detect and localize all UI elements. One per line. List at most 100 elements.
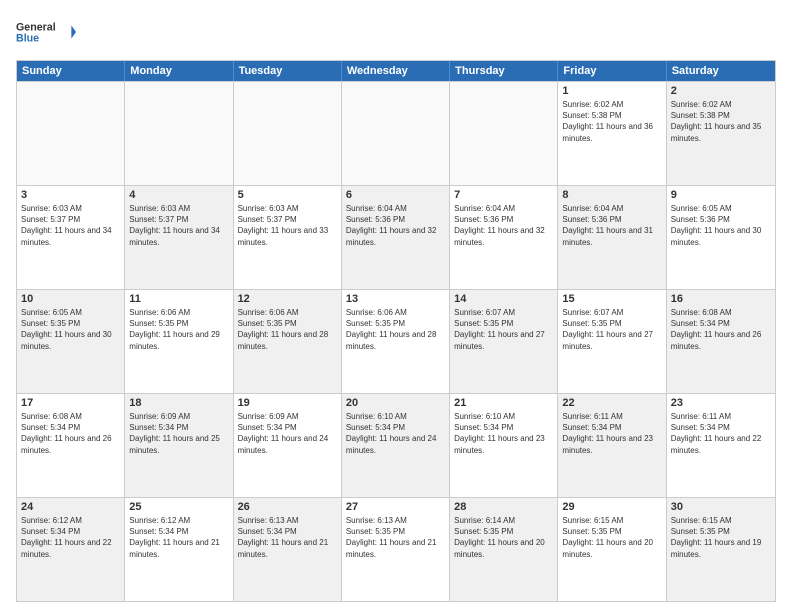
- day-info: Sunrise: 6:10 AMSunset: 5:34 PMDaylight:…: [346, 411, 445, 456]
- day-number: 14: [454, 293, 553, 305]
- cal-cell: [234, 82, 342, 185]
- day-info: Sunrise: 6:14 AMSunset: 5:35 PMDaylight:…: [454, 515, 553, 560]
- cal-cell: [125, 82, 233, 185]
- cal-cell: 2 Sunrise: 6:02 AMSunset: 5:38 PMDaylight…: [667, 82, 775, 185]
- calendar-header-row: SundayMondayTuesdayWednesdayThursdayFrid…: [17, 61, 775, 81]
- day-number: 23: [671, 397, 771, 409]
- day-info: Sunrise: 6:04 AMSunset: 5:36 PMDaylight:…: [562, 203, 661, 248]
- header-cell-friday: Friday: [558, 61, 666, 81]
- logo-svg: General Blue: [16, 12, 76, 52]
- day-number: 21: [454, 397, 553, 409]
- svg-text:Blue: Blue: [16, 32, 39, 44]
- header: General Blue: [16, 12, 776, 52]
- week-row-2: 3 Sunrise: 6:03 AMSunset: 5:37 PMDaylight…: [17, 185, 775, 289]
- day-number: 28: [454, 501, 553, 513]
- day-info: Sunrise: 6:11 AMSunset: 5:34 PMDaylight:…: [562, 411, 661, 456]
- day-number: 8: [562, 189, 661, 201]
- cal-cell: [17, 82, 125, 185]
- header-cell-sunday: Sunday: [17, 61, 125, 81]
- calendar: SundayMondayTuesdayWednesdayThursdayFrid…: [16, 60, 776, 602]
- cal-cell: 6Sunrise: 6:04 AMSunset: 5:36 PMDaylight…: [342, 186, 450, 289]
- cal-cell: 7 Sunrise: 6:04 AMSunset: 5:36 PMDaylight…: [450, 186, 558, 289]
- cal-cell: 29Sunrise: 6:15 AMSunset: 5:35 PMDayligh…: [558, 498, 666, 601]
- header-cell-thursday: Thursday: [450, 61, 558, 81]
- day-number: 22: [562, 397, 661, 409]
- day-info: Sunrise: 6:09 AMSunset: 5:34 PMDaylight:…: [129, 411, 228, 456]
- day-info: Sunrise: 6:02 AMSunset: 5:38 PMDaylight:…: [562, 99, 661, 144]
- day-info: Sunrise: 6:04 AMSunset: 5:36 PMDaylight:…: [454, 203, 553, 248]
- cal-cell: 14 Sunrise: 6:07 AMSunset: 5:35 PMDayligh…: [450, 290, 558, 393]
- day-number: 20: [346, 397, 445, 409]
- week-row-1: 1 Sunrise: 6:02 AMSunset: 5:38 PMDaylight…: [17, 81, 775, 185]
- cal-cell: 19Sunrise: 6:09 AMSunset: 5:34 PMDayligh…: [234, 394, 342, 497]
- cal-cell: 28 Sunrise: 6:14 AMSunset: 5:35 PMDayligh…: [450, 498, 558, 601]
- day-number: 27: [346, 501, 445, 513]
- day-info: Sunrise: 6:12 AMSunset: 5:34 PMDaylight:…: [21, 515, 120, 560]
- day-number: 19: [238, 397, 337, 409]
- day-number: 26: [238, 501, 337, 513]
- day-number: 3: [21, 189, 120, 201]
- cal-cell: 21 Sunrise: 6:10 AMSunset: 5:34 PMDayligh…: [450, 394, 558, 497]
- day-info: Sunrise: 6:06 AMSunset: 5:35 PMDaylight:…: [346, 307, 445, 352]
- day-info: Sunrise: 6:03 AMSunset: 5:37 PMDaylight:…: [21, 203, 120, 248]
- cal-cell: 10 Sunrise: 6:05 AMSunset: 5:35 PMDayligh…: [17, 290, 125, 393]
- logo: General Blue: [16, 12, 76, 52]
- day-info: Sunrise: 6:03 AMSunset: 5:37 PMDaylight:…: [238, 203, 337, 248]
- day-number: 18: [129, 397, 228, 409]
- day-info: Sunrise: 6:06 AMSunset: 5:35 PMDaylight:…: [129, 307, 228, 352]
- cal-cell: 18 Sunrise: 6:09 AMSunset: 5:34 PMDayligh…: [125, 394, 233, 497]
- cal-cell: [342, 82, 450, 185]
- week-row-5: 24 Sunrise: 6:12 AMSunset: 5:34 PMDayligh…: [17, 497, 775, 601]
- cal-cell: 15Sunrise: 6:07 AMSunset: 5:35 PMDayligh…: [558, 290, 666, 393]
- day-info: Sunrise: 6:05 AMSunset: 5:35 PMDaylight:…: [21, 307, 120, 352]
- day-info: Sunrise: 6:02 AMSunset: 5:38 PMDaylight:…: [671, 99, 771, 144]
- cal-cell: 30Sunrise: 6:15 AMSunset: 5:35 PMDayligh…: [667, 498, 775, 601]
- cal-cell: 22 Sunrise: 6:11 AMSunset: 5:34 PMDayligh…: [558, 394, 666, 497]
- cal-cell: 23Sunrise: 6:11 AMSunset: 5:34 PMDayligh…: [667, 394, 775, 497]
- day-info: Sunrise: 6:07 AMSunset: 5:35 PMDaylight:…: [454, 307, 553, 352]
- day-number: 15: [562, 293, 661, 305]
- header-cell-monday: Monday: [125, 61, 233, 81]
- day-info: Sunrise: 6:10 AMSunset: 5:34 PMDaylight:…: [454, 411, 553, 456]
- cal-cell: 3 Sunrise: 6:03 AMSunset: 5:37 PMDaylight…: [17, 186, 125, 289]
- cal-cell: 16Sunrise: 6:08 AMSunset: 5:34 PMDayligh…: [667, 290, 775, 393]
- cal-cell: 17 Sunrise: 6:08 AMSunset: 5:34 PMDayligh…: [17, 394, 125, 497]
- cal-cell: 27 Sunrise: 6:13 AMSunset: 5:35 PMDayligh…: [342, 498, 450, 601]
- cal-cell: [450, 82, 558, 185]
- week-row-3: 10 Sunrise: 6:05 AMSunset: 5:35 PMDayligh…: [17, 289, 775, 393]
- cal-cell: 24 Sunrise: 6:12 AMSunset: 5:34 PMDayligh…: [17, 498, 125, 601]
- day-info: Sunrise: 6:08 AMSunset: 5:34 PMDaylight:…: [21, 411, 120, 456]
- cal-cell: 4Sunrise: 6:03 AMSunset: 5:37 PMDaylight…: [125, 186, 233, 289]
- day-number: 4: [129, 189, 228, 201]
- day-number: 17: [21, 397, 120, 409]
- day-number: 25: [129, 501, 228, 513]
- day-number: 24: [21, 501, 120, 513]
- day-number: 2: [671, 85, 771, 97]
- day-number: 7: [454, 189, 553, 201]
- day-number: 16: [671, 293, 771, 305]
- cal-cell: 9 Sunrise: 6:05 AMSunset: 5:36 PMDaylight…: [667, 186, 775, 289]
- day-number: 10: [21, 293, 120, 305]
- day-info: Sunrise: 6:05 AMSunset: 5:36 PMDaylight:…: [671, 203, 771, 248]
- cal-cell: 25 Sunrise: 6:12 AMSunset: 5:34 PMDayligh…: [125, 498, 233, 601]
- day-info: Sunrise: 6:13 AMSunset: 5:34 PMDaylight:…: [238, 515, 337, 560]
- cal-cell: 11 Sunrise: 6:06 AMSunset: 5:35 PMDayligh…: [125, 290, 233, 393]
- day-number: 5: [238, 189, 337, 201]
- day-number: 9: [671, 189, 771, 201]
- cal-cell: 12Sunrise: 6:06 AMSunset: 5:35 PMDayligh…: [234, 290, 342, 393]
- day-info: Sunrise: 6:15 AMSunset: 5:35 PMDaylight:…: [671, 515, 771, 560]
- day-number: 12: [238, 293, 337, 305]
- week-row-4: 17 Sunrise: 6:08 AMSunset: 5:34 PMDayligh…: [17, 393, 775, 497]
- header-cell-wednesday: Wednesday: [342, 61, 450, 81]
- day-number: 1: [562, 85, 661, 97]
- day-number: 13: [346, 293, 445, 305]
- day-number: 29: [562, 501, 661, 513]
- day-info: Sunrise: 6:04 AMSunset: 5:36 PMDaylight:…: [346, 203, 445, 248]
- cal-cell: 1 Sunrise: 6:02 AMSunset: 5:38 PMDaylight…: [558, 82, 666, 185]
- header-cell-saturday: Saturday: [667, 61, 775, 81]
- day-number: 11: [129, 293, 228, 305]
- day-info: Sunrise: 6:13 AMSunset: 5:35 PMDaylight:…: [346, 515, 445, 560]
- cal-cell: 26 Sunrise: 6:13 AMSunset: 5:34 PMDayligh…: [234, 498, 342, 601]
- calendar-body: 1 Sunrise: 6:02 AMSunset: 5:38 PMDaylight…: [17, 81, 775, 601]
- day-info: Sunrise: 6:12 AMSunset: 5:34 PMDaylight:…: [129, 515, 228, 560]
